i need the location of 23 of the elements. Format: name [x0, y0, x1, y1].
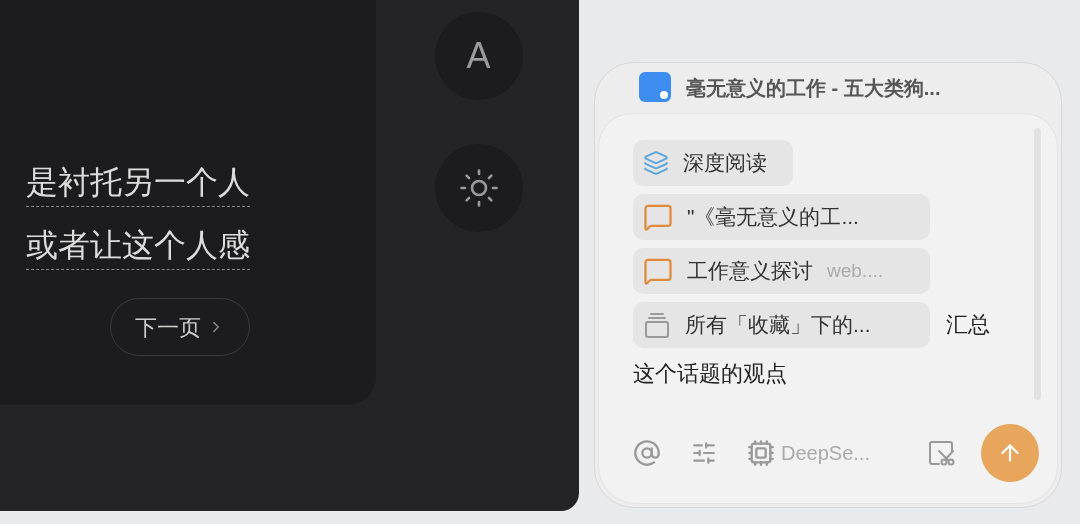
- prompt-text: 汇总: [946, 312, 990, 337]
- sun-icon: [457, 167, 500, 209]
- speech-bubble-icon: [643, 256, 673, 286]
- chip-note: web....: [827, 259, 883, 283]
- screenshot-icon[interactable]: [927, 439, 955, 467]
- font-button[interactable]: A: [434, 12, 523, 100]
- send-button[interactable]: [981, 424, 1039, 482]
- reader-text-line: 或者让这个人感: [26, 227, 250, 263]
- context-chip[interactable]: 深度阅读: [633, 140, 793, 186]
- layers-icon: [643, 150, 669, 176]
- context-chip[interactable]: 工作意义探讨 web....: [633, 248, 930, 294]
- chip-icon: [747, 439, 775, 467]
- document-icon: [638, 71, 672, 105]
- mention-icon[interactable]: [633, 439, 661, 467]
- input-area[interactable]: 深度阅读 "《毫无意义的工... 工作意义探讨 web.... 所有「收藏」下的... 汇总 这个话题的观点 DeepSe...: [598, 113, 1058, 504]
- prompt-text: 这个话题的观点: [633, 361, 787, 386]
- context-chip[interactable]: "《毫无意义的工...: [633, 194, 930, 240]
- speech-bubble-icon: [643, 202, 673, 232]
- stack-icon: [643, 311, 671, 339]
- settings-icon[interactable]: [691, 440, 717, 466]
- chat-title: 毫无意义的工作 - 五大类狗...: [686, 76, 941, 101]
- context-chip[interactable]: 所有「收藏」下的...: [633, 302, 930, 348]
- reader-text-line: 是衬托另一个人: [26, 164, 250, 200]
